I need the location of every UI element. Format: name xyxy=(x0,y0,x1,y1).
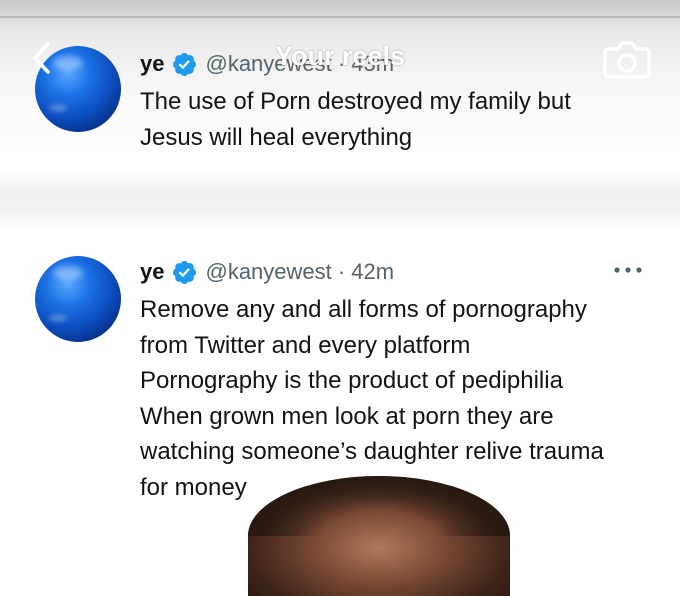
chevron-left-icon[interactable] xyxy=(28,40,56,76)
top-divider xyxy=(0,16,680,18)
tweet-text: The use of Porn destroyed my family but … xyxy=(140,84,660,155)
tweet-text-line: from Twitter and every platform xyxy=(140,331,471,359)
hair xyxy=(248,476,510,536)
tweet-header: ye @kanyewest · 43m xyxy=(140,48,394,80)
avatar-highlight xyxy=(53,266,83,280)
display-name[interactable]: ye xyxy=(140,51,164,77)
avatar-highlight xyxy=(49,104,67,112)
tweet-text: Remove any and all forms of pornography … xyxy=(140,292,660,505)
camera-icon[interactable] xyxy=(603,37,651,81)
avatar-highlight xyxy=(53,56,83,70)
verified-badge-icon xyxy=(173,260,197,284)
tweet-separator-band xyxy=(0,170,680,230)
tweet-header: ye @kanyewest · 42m xyxy=(140,256,394,288)
handle-and-time[interactable]: @kanyewest · 42m xyxy=(205,259,394,285)
tweet-text-line: When grown men look at porn they are xyxy=(140,402,554,430)
tweet-text-line: Remove any and all forms of pornography xyxy=(140,296,587,323)
more-horizontal-icon[interactable] xyxy=(612,264,644,276)
avatar-highlight xyxy=(49,314,67,322)
video-person-peek xyxy=(248,476,510,596)
verified-badge-icon xyxy=(173,52,197,76)
display-name[interactable]: ye xyxy=(140,259,164,285)
tweet-text-line: watching someone’s daughter relive traum… xyxy=(140,438,604,465)
tweet-text-line: Pornography is the product of pediphilia xyxy=(140,367,563,394)
avatar[interactable] xyxy=(35,256,121,342)
handle-and-time[interactable]: @kanyewest · 43m xyxy=(205,51,394,77)
tweet-text-line: The use of Porn destroyed my family but xyxy=(140,88,571,115)
tweet-text-line: Jesus will heal everything xyxy=(140,123,413,151)
